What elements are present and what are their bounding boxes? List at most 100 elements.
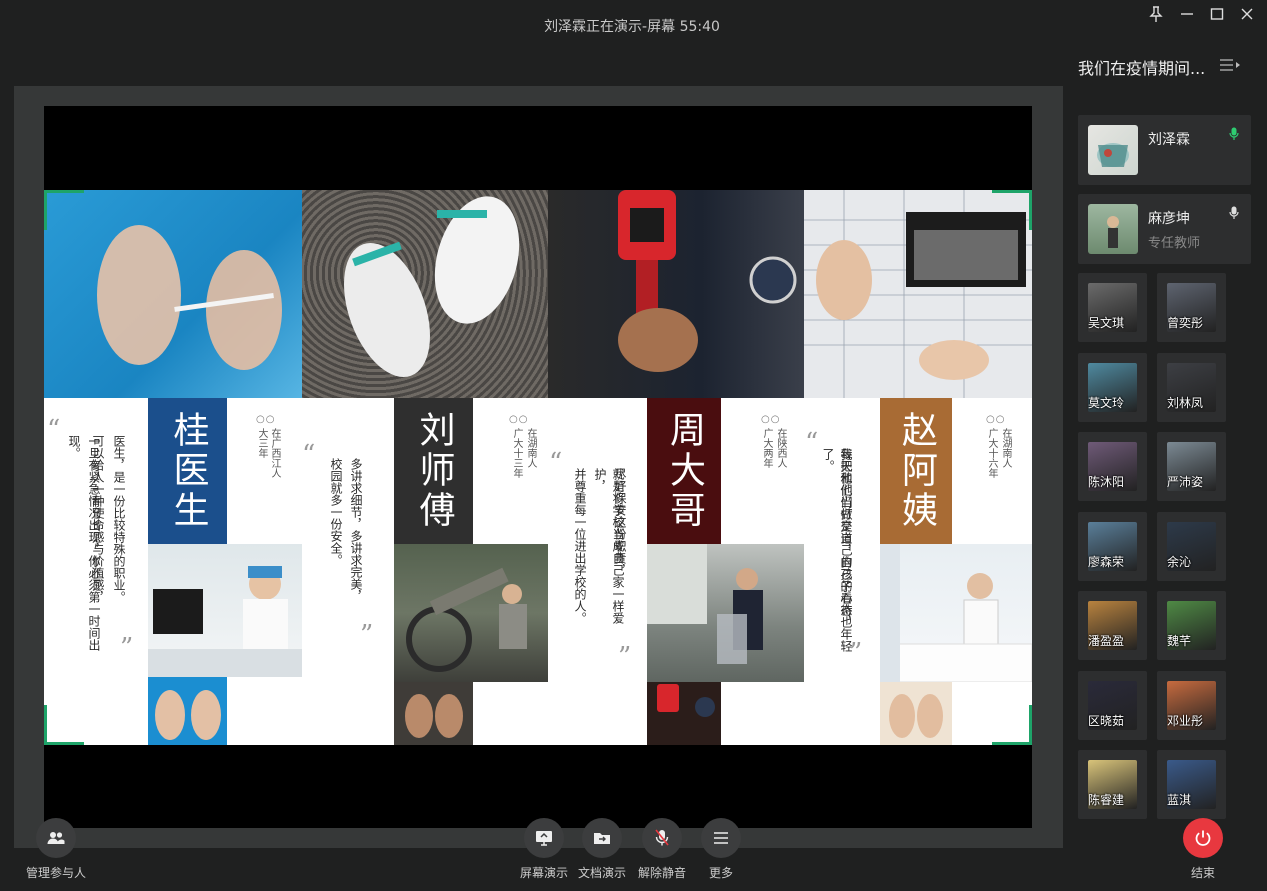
close-quote-mark: ” bbox=[849, 638, 863, 668]
teacher-origin: 在湖南人 bbox=[525, 428, 536, 468]
open-quote-mark: “ bbox=[302, 440, 316, 470]
guard-name-banner: 周大哥 bbox=[647, 398, 721, 544]
participant-name: 廖森荣 bbox=[1088, 554, 1125, 569]
mic-icon bbox=[1229, 206, 1239, 223]
participant-name: 刘泽霖 bbox=[1148, 132, 1190, 148]
doctor-quote-text-2: 可以给人一种使命感与价值感， bbox=[91, 435, 105, 603]
aunt-origin: 在湖南人 bbox=[1000, 428, 1011, 468]
guard-years: 广大两年 bbox=[761, 428, 772, 468]
participants-icon bbox=[36, 818, 76, 858]
participant-tile[interactable]: 刘林凤 bbox=[1157, 352, 1226, 422]
participant-tile[interactable]: 严沛姿 bbox=[1157, 432, 1226, 501]
guard-quote-text-3: 并尊重每一位进出学校的人。 bbox=[573, 468, 587, 624]
participant-name: 区晓茹 bbox=[1088, 713, 1125, 728]
photo-doctor-computer bbox=[148, 544, 302, 677]
close-quote-mark: ” bbox=[120, 633, 134, 663]
unmute-button[interactable]: 解除静音 bbox=[632, 818, 692, 881]
participant-tile[interactable]: 廖森荣 bbox=[1078, 511, 1147, 581]
teacher-name-banner: 刘师傅 bbox=[394, 398, 473, 544]
photo-aunt-hands bbox=[880, 682, 952, 745]
avatar bbox=[1088, 125, 1138, 175]
screen-share-button[interactable]: 屏幕演示 bbox=[514, 818, 574, 881]
document-share-button[interactable]: 文档演示 bbox=[572, 818, 632, 881]
photo-worker-hands bbox=[394, 682, 473, 745]
participant-tile[interactable]: 莫文玲 bbox=[1078, 352, 1147, 422]
decoration-dots: ○○ bbox=[986, 414, 1006, 425]
document-share-label: 文档演示 bbox=[577, 866, 626, 880]
avatar bbox=[1088, 204, 1138, 254]
power-icon bbox=[1183, 818, 1223, 858]
shared-screen: “ 一旦有紧急情况出现，你必须第一时间出现。 可以给人一种使命感与价值感， 医生… bbox=[44, 106, 1032, 828]
screen-share-icon bbox=[524, 818, 564, 858]
shared-screen-area: “ 一旦有紧急情况出现，你必须第一时间出现。 可以给人一种使命感与价值感， 医生… bbox=[14, 86, 1063, 848]
end-meeting-label: 结束 bbox=[1190, 866, 1215, 880]
close-icon[interactable] bbox=[1237, 6, 1257, 26]
decoration-dots: ○○ bbox=[256, 414, 276, 425]
participant-name: 陈沐阳 bbox=[1088, 475, 1125, 489]
aunt-name-banner: 赵阿姨 bbox=[880, 398, 952, 544]
aunt-quote-text-1: 我把他们当做是自己的孩子看待， bbox=[839, 448, 853, 628]
teacher-years: 广大十三年 bbox=[511, 428, 522, 478]
participant-name: 潘盈盈 bbox=[1088, 634, 1125, 648]
teacher-quote-text-2: 校园就多一份安全。 bbox=[329, 458, 343, 566]
participant-name: 邓业彤 bbox=[1167, 713, 1204, 728]
participant-tile[interactable]: 余沁 bbox=[1157, 511, 1226, 581]
minimize-icon[interactable] bbox=[1177, 6, 1197, 26]
participant-name: 曾奕彤 bbox=[1167, 316, 1204, 330]
participant-tile[interactable]: 曾奕彤 bbox=[1157, 273, 1226, 342]
open-quote-mark: “ bbox=[47, 415, 61, 445]
participant-name: 莫文玲 bbox=[1088, 395, 1125, 410]
participant-card-teacher[interactable]: 麻彦坤 专任教师 bbox=[1078, 194, 1251, 264]
guard-quote-text-1: 尽好保安这份职责， bbox=[613, 468, 627, 576]
collapse-list-icon[interactable] bbox=[1219, 58, 1241, 76]
unmute-label: 解除静音 bbox=[637, 866, 686, 880]
close-quote-mark: ” bbox=[618, 642, 632, 672]
participant-role: 专任教师 bbox=[1148, 236, 1201, 251]
photo-gloves-gravel bbox=[302, 190, 548, 398]
participant-name: 蓝淇 bbox=[1167, 793, 1192, 807]
mic-muted-icon bbox=[642, 818, 682, 858]
selection-corner bbox=[992, 190, 1032, 230]
menu-icon bbox=[701, 818, 741, 858]
participant-tile[interactable]: 陈睿建 bbox=[1078, 750, 1147, 819]
document-share-icon bbox=[582, 818, 622, 858]
title-bar: 刘泽霖正在演示-屏幕 55:40 bbox=[0, 0, 1267, 50]
participant-name: 严沛姿 bbox=[1167, 475, 1204, 489]
open-quote-mark: “ bbox=[805, 428, 819, 458]
selection-corner bbox=[44, 190, 84, 230]
participant-tile[interactable]: 蓝淇 bbox=[1157, 750, 1226, 819]
meeting-window: 刘泽霖正在演示-屏幕 55:40 “ 一旦有紧急情况出现，你必须第一时间出现。 … bbox=[0, 0, 1267, 891]
end-meeting-button[interactable]: 结束 bbox=[1173, 818, 1233, 881]
participant-card-presenter[interactable]: 刘泽霖 bbox=[1078, 115, 1251, 185]
participant-name: 魏芊 bbox=[1167, 634, 1192, 648]
more-label: 更多 bbox=[708, 866, 733, 880]
participant-tile[interactable]: 潘盈盈 bbox=[1078, 591, 1147, 660]
photo-temperature-gun bbox=[548, 190, 804, 398]
participant-name: 吴文琪 bbox=[1088, 316, 1125, 330]
pin-icon[interactable] bbox=[1146, 6, 1166, 26]
doctor-origin: 在广西江人 bbox=[269, 428, 280, 478]
participant-name: 陈睿建 bbox=[1088, 793, 1125, 807]
participant-tile[interactable]: 区晓茹 bbox=[1078, 670, 1147, 740]
aunt-years: 广大十六年 bbox=[986, 428, 997, 478]
photo-doctor-hands bbox=[148, 677, 227, 745]
manage-participants-button[interactable]: 管理参与人 bbox=[26, 818, 86, 881]
participant-name: 刘林凤 bbox=[1167, 395, 1204, 410]
photo-registration-desk bbox=[880, 544, 1032, 682]
participant-tile[interactable]: 魏芊 bbox=[1157, 591, 1226, 660]
screen-share-label: 屏幕演示 bbox=[519, 866, 568, 880]
more-button[interactable]: 更多 bbox=[691, 818, 751, 881]
participant-tile[interactable]: 邓业彤 bbox=[1157, 670, 1226, 740]
manage-participants-label: 管理参与人 bbox=[26, 866, 87, 880]
selection-corner bbox=[992, 705, 1032, 745]
decoration-dots: ○○ bbox=[761, 414, 781, 425]
open-quote-mark: “ bbox=[549, 448, 563, 478]
selection-corner bbox=[44, 705, 84, 745]
doctor-years: 大三年 bbox=[256, 428, 267, 458]
decoration-dots: ○○ bbox=[509, 414, 529, 425]
participant-tile[interactable]: 陈沐阳 bbox=[1078, 432, 1147, 501]
window-title: 刘泽霖正在演示-屏幕 55:40 bbox=[544, 19, 720, 35]
maximize-icon[interactable] bbox=[1207, 6, 1227, 26]
participant-tile[interactable]: 吴文琪 bbox=[1078, 273, 1147, 342]
photo-temperature-gun-small bbox=[647, 682, 721, 745]
